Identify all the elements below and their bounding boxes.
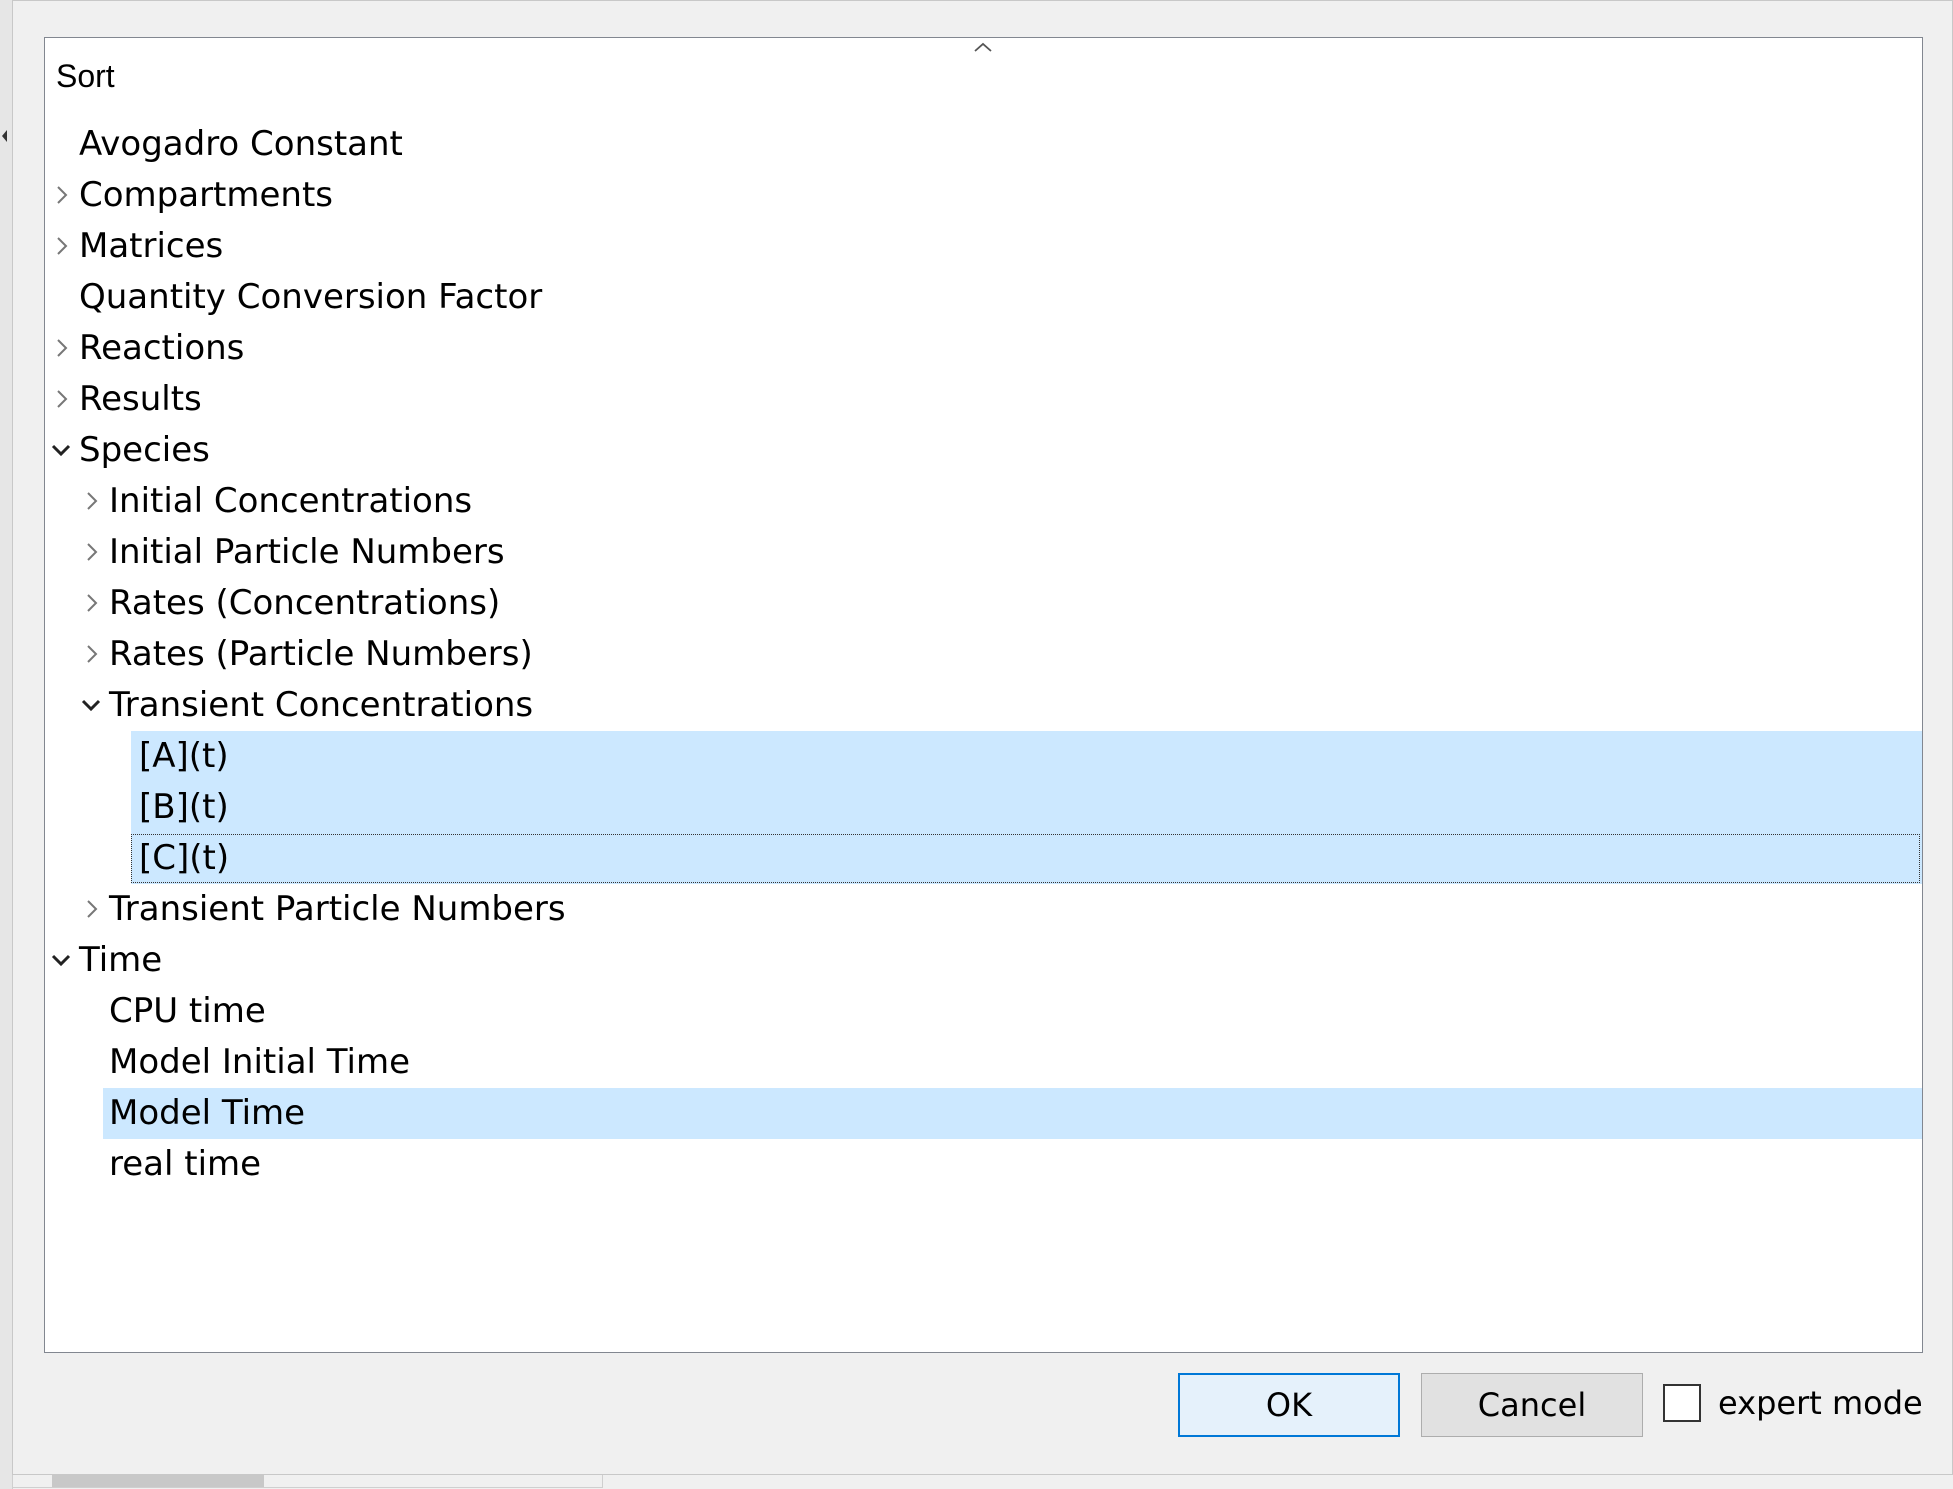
tree-item[interactable]: [B](t) xyxy=(45,782,1922,833)
chevron-right-icon[interactable] xyxy=(81,899,101,919)
tree-item[interactable]: Reactions xyxy=(45,323,1922,374)
chevron-right-icon[interactable] xyxy=(51,236,71,256)
tree-item-label: Model Time xyxy=(109,1093,306,1133)
tree-item[interactable]: Initial Concentrations xyxy=(45,476,1922,527)
tree-item-label: Transient Particle Numbers xyxy=(109,889,566,929)
sort-column-header[interactable]: Sort xyxy=(56,56,115,96)
tree-item[interactable]: [A](t) xyxy=(45,731,1922,782)
tree-item-label: [B](t) xyxy=(139,787,229,827)
tree-item-label: Rates (Concentrations) xyxy=(109,583,501,623)
chevron-right-icon[interactable] xyxy=(81,491,101,511)
expert-mode-checkbox[interactable] xyxy=(1663,1384,1701,1422)
tree-item-label: Compartments xyxy=(79,175,334,215)
tree-item[interactable]: Compartments xyxy=(45,170,1922,221)
tree-item[interactable]: CPU time xyxy=(45,986,1922,1037)
tree-item[interactable]: Results xyxy=(45,374,1922,425)
tree-item-label: Results xyxy=(79,379,202,419)
tree-item-label: Time xyxy=(79,940,163,980)
tree-item[interactable]: real time xyxy=(45,1139,1922,1190)
background-scrollbar xyxy=(52,1475,264,1487)
tree-item-label: [C](t) xyxy=(139,838,230,878)
tree-item[interactable]: Species xyxy=(45,425,1922,476)
tree-item[interactable]: Quantity Conversion Factor xyxy=(45,272,1922,323)
tree-item-label: Transient Concentrations xyxy=(109,685,534,725)
tree-item-label: real time xyxy=(109,1144,262,1184)
tree-item[interactable]: Model Time xyxy=(45,1088,1922,1139)
chevron-right-icon[interactable] xyxy=(51,185,71,205)
tree-item-label: [A](t) xyxy=(139,736,229,776)
tree-item[interactable]: Initial Particle Numbers xyxy=(45,527,1922,578)
tree-item-label: Quantity Conversion Factor xyxy=(79,277,543,317)
tree-item-label: Rates (Particle Numbers) xyxy=(109,634,533,674)
chevron-right-icon[interactable] xyxy=(81,644,101,664)
tree-item-label: CPU time xyxy=(109,991,266,1031)
expert-mode-label: expert mode xyxy=(1718,1384,1923,1422)
chevron-right-icon[interactable] xyxy=(81,593,101,613)
background-arrow-icon xyxy=(2,130,7,142)
tree-item[interactable]: Rates (Concentrations) xyxy=(45,578,1922,629)
tree-item-label: Avogadro Constant xyxy=(79,124,403,164)
tree-item[interactable]: Matrices xyxy=(45,221,1922,272)
tree-item[interactable]: Avogadro Constant xyxy=(45,119,1922,170)
tree-item-label: Initial Concentrations xyxy=(109,481,473,521)
ok-button[interactable]: OK xyxy=(1178,1373,1400,1437)
tree-item[interactable]: Model Initial Time xyxy=(45,1037,1922,1088)
tree-item[interactable]: Transient Particle Numbers xyxy=(45,884,1922,935)
tree-item[interactable]: Transient Concentrations xyxy=(45,680,1922,731)
tree-item[interactable]: Time xyxy=(45,935,1922,986)
chevron-right-icon[interactable] xyxy=(51,338,71,358)
sort-caret-up-icon[interactable] xyxy=(973,40,993,54)
tree-item[interactable]: [C](t) xyxy=(45,833,1922,884)
select-items-dialog: Sort Avogadro Constant Compartments Matric… xyxy=(12,0,1953,1475)
chevron-down-icon[interactable] xyxy=(51,950,71,970)
object-tree-panel: Sort Avogadro Constant Compartments Matric… xyxy=(44,37,1923,1353)
chevron-right-icon[interactable] xyxy=(81,542,101,562)
cancel-button[interactable]: Cancel xyxy=(1421,1373,1643,1437)
tree-item-label: Initial Particle Numbers xyxy=(109,532,505,572)
tree-item-label: Species xyxy=(79,430,210,470)
tree-item-label: Model Initial Time xyxy=(109,1042,410,1082)
chevron-down-icon[interactable] xyxy=(51,440,71,460)
tree-item-label: Matrices xyxy=(79,226,224,266)
object-tree: Avogadro Constant Compartments Matrices Qua… xyxy=(45,119,1922,1190)
tree-item[interactable]: Rates (Particle Numbers) xyxy=(45,629,1922,680)
chevron-right-icon[interactable] xyxy=(51,389,71,409)
tree-item-label: Reactions xyxy=(79,328,245,368)
chevron-down-icon[interactable] xyxy=(81,695,101,715)
